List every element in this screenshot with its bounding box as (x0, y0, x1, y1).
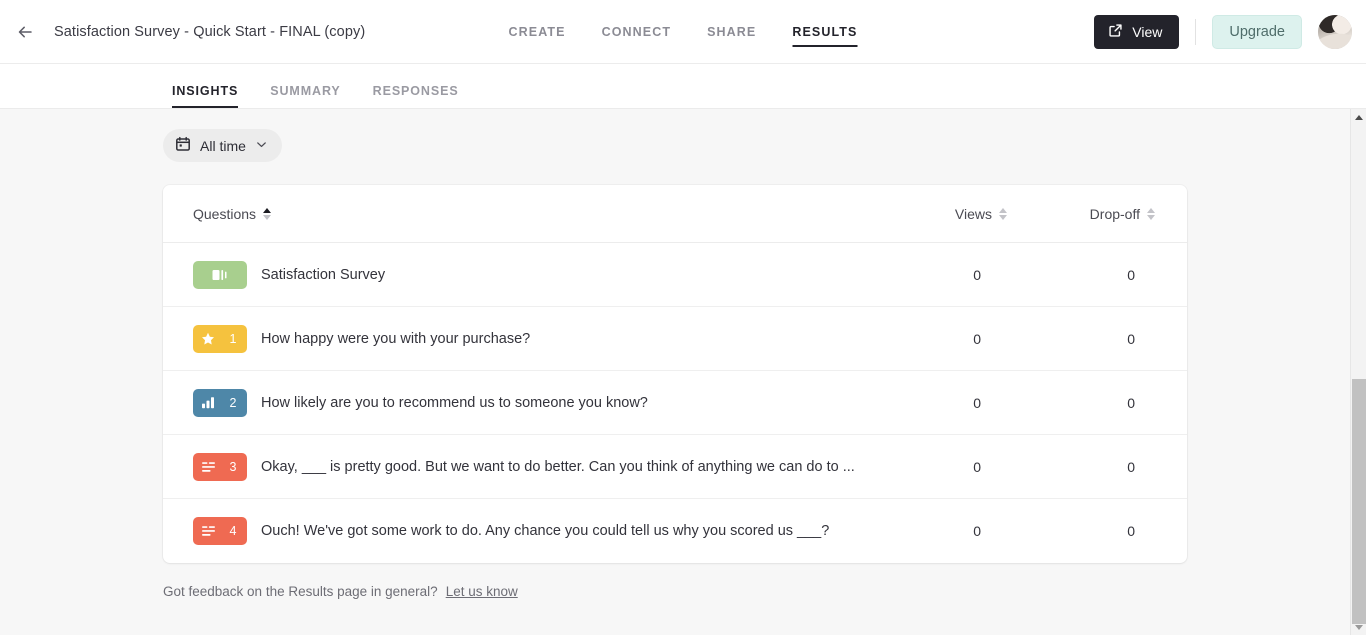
vertical-scrollbar[interactable] (1350, 109, 1366, 635)
question-cell: 1 How happy were you with your purchase? (193, 324, 861, 353)
long-text-icon (195, 461, 221, 473)
views-value: 0 (973, 458, 981, 475)
question-type-badge: 2 (193, 388, 247, 417)
star-rating-icon (195, 332, 221, 346)
upgrade-button-label: Upgrade (1229, 24, 1285, 40)
question-type-badge: 3 (193, 452, 247, 481)
views-value: 0 (973, 266, 981, 283)
question-cell: 4 Ouch! We've got some work to do. Any c… (193, 517, 861, 545)
table-row[interactable]: 4 Ouch! We've got some work to do. Any c… (163, 499, 1187, 563)
avatar[interactable] (1318, 15, 1352, 49)
nav-tab-connect[interactable]: CONNECT (602, 5, 672, 59)
views-value: 0 (973, 394, 981, 411)
question-number: 4 (229, 524, 237, 538)
question-title: Satisfaction Survey (261, 266, 386, 283)
document-title: Satisfaction Survey - Quick Start - FINA… (54, 23, 366, 40)
sort-views-icon[interactable] (999, 207, 1007, 220)
column-header-dropoff[interactable]: Drop-off (1011, 206, 1157, 222)
scrollbar-thumb[interactable] (1352, 379, 1366, 624)
column-header-views[interactable]: Views (861, 206, 1011, 222)
results-subtabs: INSIGHTS SUMMARY RESPONSES (0, 64, 1366, 109)
dropoff-value: 0 (1127, 266, 1135, 283)
upgrade-button[interactable]: Upgrade (1212, 15, 1302, 49)
view-button-label: View (1132, 24, 1163, 40)
feedback-footer: Got feedback on the Results page in gene… (163, 584, 1366, 599)
table-row[interactable]: 3 Okay, ___ is pretty good. But we want … (163, 435, 1187, 499)
nav-tab-share[interactable]: SHARE (707, 5, 756, 59)
view-button[interactable]: View (1094, 15, 1180, 49)
column-header-views-label: Views (954, 205, 992, 222)
main-nav: CREATE CONNECT SHARE RESULTS (509, 0, 858, 64)
table-row[interactable]: Satisfaction Survey 0 0 (163, 243, 1187, 307)
dropoff-value: 0 (1127, 523, 1135, 539)
question-cell: 2 How likely are you to recommend us to … (193, 388, 861, 417)
scroll-up-arrow-icon[interactable] (1351, 109, 1366, 125)
top-header: Satisfaction Survey - Quick Start - FINA… (0, 0, 1366, 64)
question-number: 1 (229, 331, 237, 346)
column-header-questions-label: Questions (193, 205, 257, 222)
nav-tab-create[interactable]: CREATE (509, 5, 566, 59)
question-title: Okay, ___ is pretty good. But we want to… (261, 458, 855, 475)
question-type-badge: 1 (193, 324, 247, 353)
sort-dropoff-icon[interactable] (1147, 207, 1155, 220)
tab-responses[interactable]: RESPONSES (373, 84, 459, 108)
external-link-icon (1108, 23, 1123, 41)
question-cell: 3 Okay, ___ is pretty good. But we want … (193, 452, 861, 481)
question-cell: Satisfaction Survey (193, 260, 861, 289)
column-header-dropoff-label: Drop-off (1089, 205, 1140, 222)
questions-table-card: Questions Views Drop-off Satisfaction Su… (163, 185, 1187, 563)
nav-tab-results[interactable]: RESULTS (792, 5, 858, 59)
arrow-left-icon (15, 22, 35, 42)
content-area: All time Questions Views Drop-off Satisf… (0, 109, 1366, 635)
table-header-row: Questions Views Drop-off (163, 185, 1187, 243)
question-title: How happy were you with your purchase? (261, 330, 531, 347)
bar-chart-icon (195, 396, 221, 409)
app-root: Satisfaction Survey - Quick Start - FINA… (0, 0, 1366, 635)
tab-insights[interactable]: INSIGHTS (172, 84, 239, 108)
question-type-badge: 4 (193, 517, 247, 545)
tab-summary[interactable]: SUMMARY (270, 84, 340, 108)
dropoff-value: 0 (1127, 394, 1135, 411)
sort-questions-icon[interactable] (263, 207, 272, 220)
question-number: 2 (229, 395, 237, 410)
chevron-down-icon (255, 138, 268, 154)
calendar-icon (175, 136, 191, 155)
question-type-badge (193, 260, 247, 289)
views-value: 0 (973, 330, 981, 347)
date-range-filter[interactable]: All time (163, 129, 282, 162)
dropoff-value: 0 (1127, 458, 1135, 475)
table-row[interactable]: 1 How happy were you with your purchase?… (163, 307, 1187, 371)
feedback-text: Got feedback on the Results page in gene… (163, 584, 438, 599)
long-text-icon (195, 525, 221, 537)
dropoff-value: 0 (1127, 330, 1135, 347)
let-us-know-link[interactable]: Let us know (446, 584, 518, 599)
back-button[interactable] (8, 15, 42, 49)
welcome-screen-icon (193, 268, 247, 282)
date-range-filter-label: All time (200, 137, 246, 154)
content-inner: All time Questions Views Drop-off Satisf… (0, 109, 1366, 599)
table-row[interactable]: 2 How likely are you to recommend us to … (163, 371, 1187, 435)
question-title: Ouch! We've got some work to do. Any cha… (261, 523, 830, 539)
question-number: 3 (229, 459, 237, 474)
header-actions: View Upgrade (1094, 0, 1352, 64)
scroll-down-arrow-icon[interactable] (1351, 619, 1366, 635)
column-header-questions[interactable]: Questions (193, 206, 861, 222)
question-title: How likely are you to recommend us to so… (261, 394, 648, 411)
views-value: 0 (973, 523, 981, 539)
header-divider (1195, 19, 1197, 45)
